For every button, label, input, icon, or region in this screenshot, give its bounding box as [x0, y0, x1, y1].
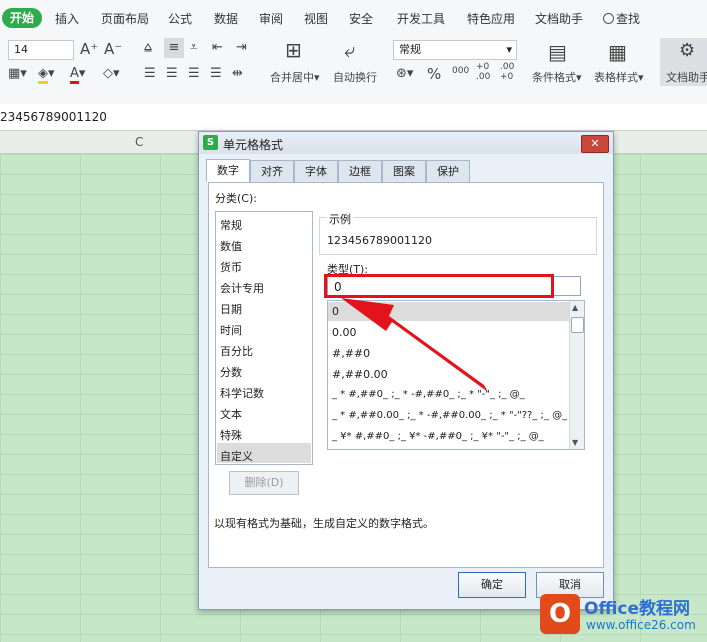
annotation-arrow — [341, 298, 488, 392]
watermark-brand: Office教程网 — [584, 599, 691, 619]
office-logo-icon: O — [540, 594, 580, 634]
watermark-url: www.office26.com — [586, 618, 696, 632]
office26-logo: O Office教程网 www.office26.com — [540, 592, 707, 638]
